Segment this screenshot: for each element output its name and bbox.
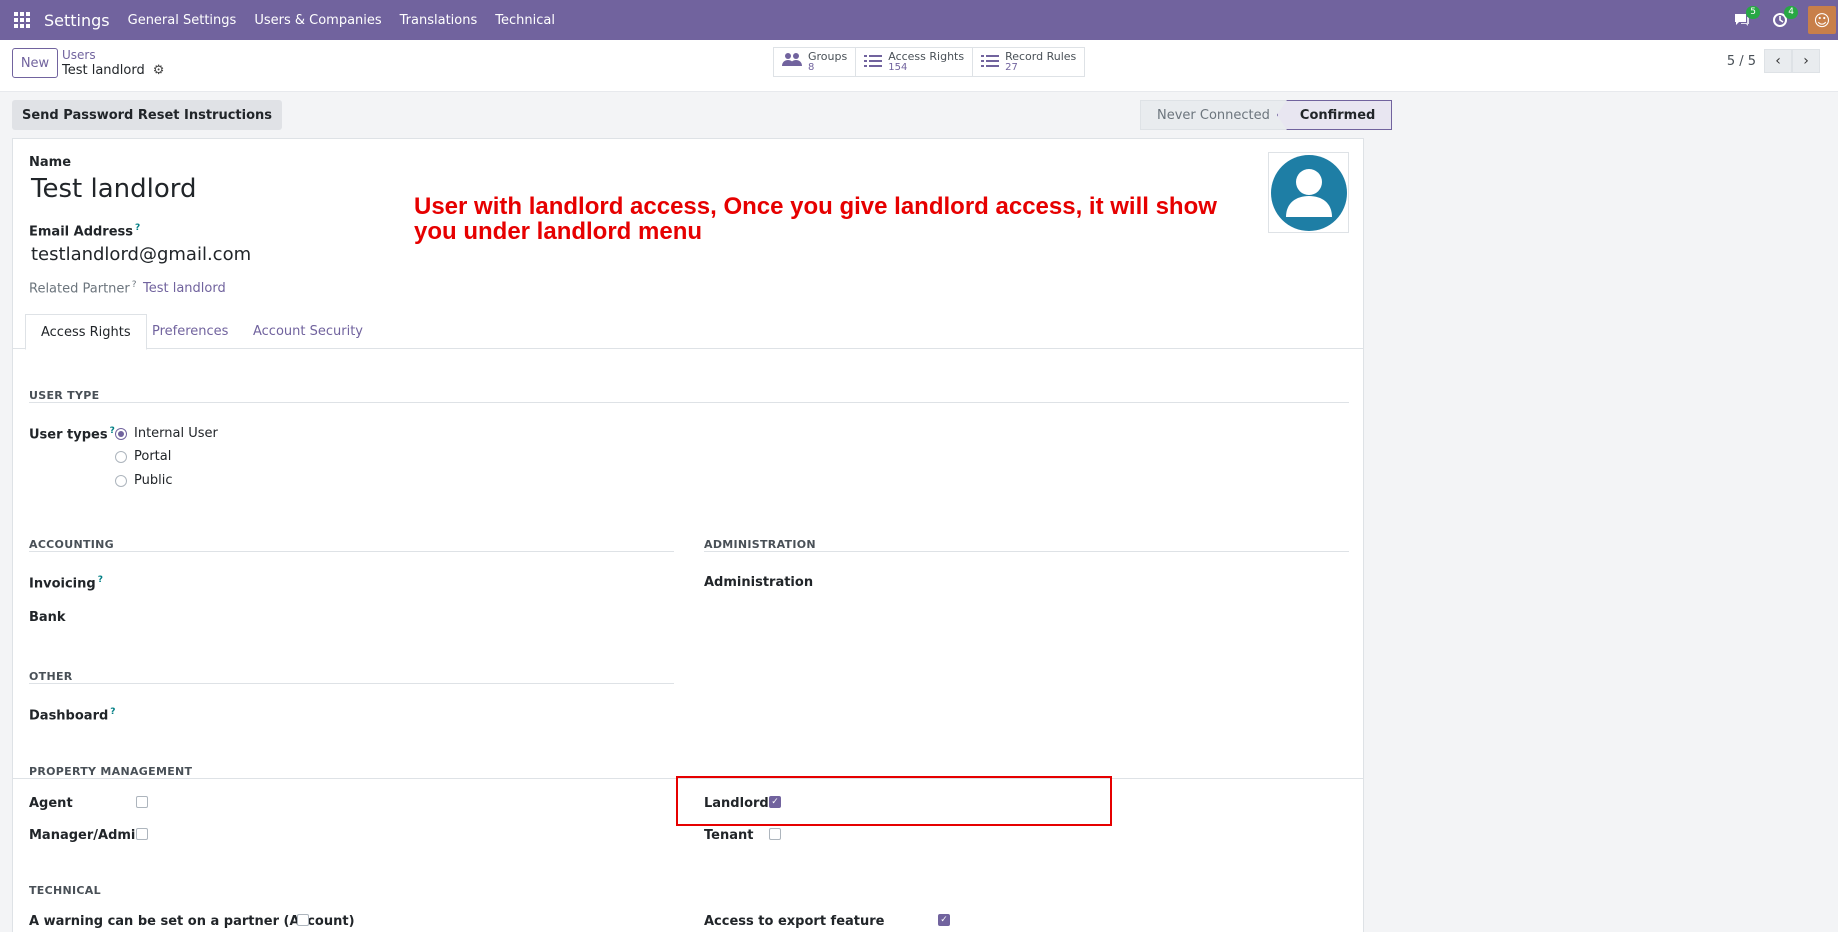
section-accounting: ACCOUNTING (29, 538, 114, 551)
apps-menu-icon[interactable] (14, 12, 30, 28)
activities-badge: 4 (1784, 6, 1798, 19)
users-icon (782, 52, 802, 72)
section-user-type: USER TYPE (29, 389, 100, 402)
messages-icon[interactable]: 5 (1732, 6, 1760, 30)
groups-count: 8 (808, 62, 815, 73)
send-password-reset-button[interactable]: Send Password Reset Instructions (12, 100, 283, 130)
user-photo-placeholder-icon (1270, 154, 1347, 231)
pager: 5 / 5 ‹ › (1727, 49, 1820, 73)
smart-buttons: Groups 8 Access Rights 154 Record Rules 27 (773, 47, 1086, 77)
dashboard-label: Dashboard? (29, 707, 116, 724)
bank-label: Bank (29, 610, 66, 625)
related-partner-label: Related Partner? (29, 280, 137, 297)
tenant-label: Tenant (704, 828, 754, 843)
landlord-highlight-box (676, 776, 1112, 826)
new-button[interactable]: New (12, 48, 58, 78)
warning-partner-checkbox[interactable] (297, 914, 309, 926)
activities-icon[interactable]: 4 (1770, 6, 1798, 30)
list-icon (864, 53, 883, 72)
administration-label: Administration (704, 575, 814, 590)
name-label: Name (29, 155, 72, 170)
export-feature-label: Access to export feature (704, 914, 885, 929)
tab-access-rights[interactable]: Access Rights (25, 314, 147, 350)
agent-checkbox[interactable] (136, 796, 148, 808)
menu-users-companies[interactable]: Users & Companies (254, 13, 381, 28)
stage-confirmed[interactable]: Confirmed (1276, 100, 1393, 130)
menu-technical[interactable]: Technical (495, 13, 555, 28)
chevron-left-icon[interactable]: ‹ (1764, 49, 1792, 73)
status-bar: Never Connected Confirmed (1140, 100, 1393, 130)
section-other: OTHER (29, 670, 73, 683)
tab-account-security[interactable]: Account Security (238, 314, 378, 349)
notebook-tabs: Access Rights Preferences Account Securi… (13, 314, 1363, 350)
gear-icon[interactable]: ⚙ (153, 63, 165, 78)
radio-unselected[interactable] (115, 450, 127, 463)
pager-value[interactable]: 5 / 5 (1727, 54, 1756, 69)
radio-portal[interactable]: Portal (115, 449, 171, 464)
breadcrumb-current: Test landlord (62, 63, 145, 78)
radio-unselected[interactable] (115, 474, 127, 487)
invoicing-label: Invoicing? (29, 575, 103, 592)
app-brand[interactable]: Settings (44, 11, 110, 30)
divider (29, 683, 674, 684)
breadcrumb-users[interactable]: Users (62, 48, 164, 62)
access-rights-button[interactable]: Access Rights 154 (856, 48, 974, 76)
radio-selected[interactable] (115, 427, 127, 440)
groups-button[interactable]: Groups 8 (774, 48, 857, 76)
email-field[interactable]: testlandlord@gmail.com (31, 244, 251, 265)
annotation-text: User with landlord access, Once you give… (414, 193, 1217, 245)
user-avatar[interactable]: ☺ (1808, 6, 1836, 34)
access-rights-count: 154 (888, 62, 908, 73)
section-property-management: PROPERTY MANAGEMENT (29, 765, 193, 778)
email-label: Email Address? (29, 223, 141, 240)
section-technical: TECHNICAL (29, 884, 101, 897)
export-feature-checkbox[interactable]: ✓ (938, 914, 950, 926)
manager-admin-label: Manager/Admin (29, 828, 145, 843)
menu-translations[interactable]: Translations (400, 13, 478, 28)
record-rules-count: 27 (1005, 62, 1018, 73)
tab-preferences[interactable]: Preferences (137, 314, 243, 349)
manager-admin-checkbox[interactable] (136, 828, 148, 840)
chevron-right-icon[interactable]: › (1792, 49, 1820, 73)
top-navbar: Settings General Settings Users & Compan… (0, 0, 1838, 40)
divider (29, 551, 674, 552)
stage-never-connected[interactable]: Never Connected (1140, 100, 1287, 130)
radio-internal-user[interactable]: Internal User (115, 426, 218, 441)
section-administration: ADMINISTRATION (704, 538, 816, 551)
menu-general-settings[interactable]: General Settings (128, 13, 237, 28)
divider (704, 551, 1349, 552)
control-panel: New Users Test landlord ⚙ Groups 8 Access… (0, 40, 1838, 92)
user-types-label: User types? (29, 426, 115, 443)
user-photo[interactable] (1268, 152, 1349, 233)
messages-badge: 5 (1746, 6, 1760, 19)
list-icon (981, 53, 1000, 72)
agent-label: Agent (29, 796, 73, 811)
tenant-checkbox[interactable] (769, 828, 781, 840)
breadcrumb: Users Test landlord ⚙ (62, 48, 164, 78)
related-partner-link[interactable]: Test landlord (143, 281, 226, 296)
radio-public[interactable]: Public (115, 473, 172, 488)
record-rules-button[interactable]: Record Rules 27 (973, 48, 1085, 76)
divider (29, 402, 1349, 403)
name-field[interactable]: Test landlord (31, 174, 196, 204)
